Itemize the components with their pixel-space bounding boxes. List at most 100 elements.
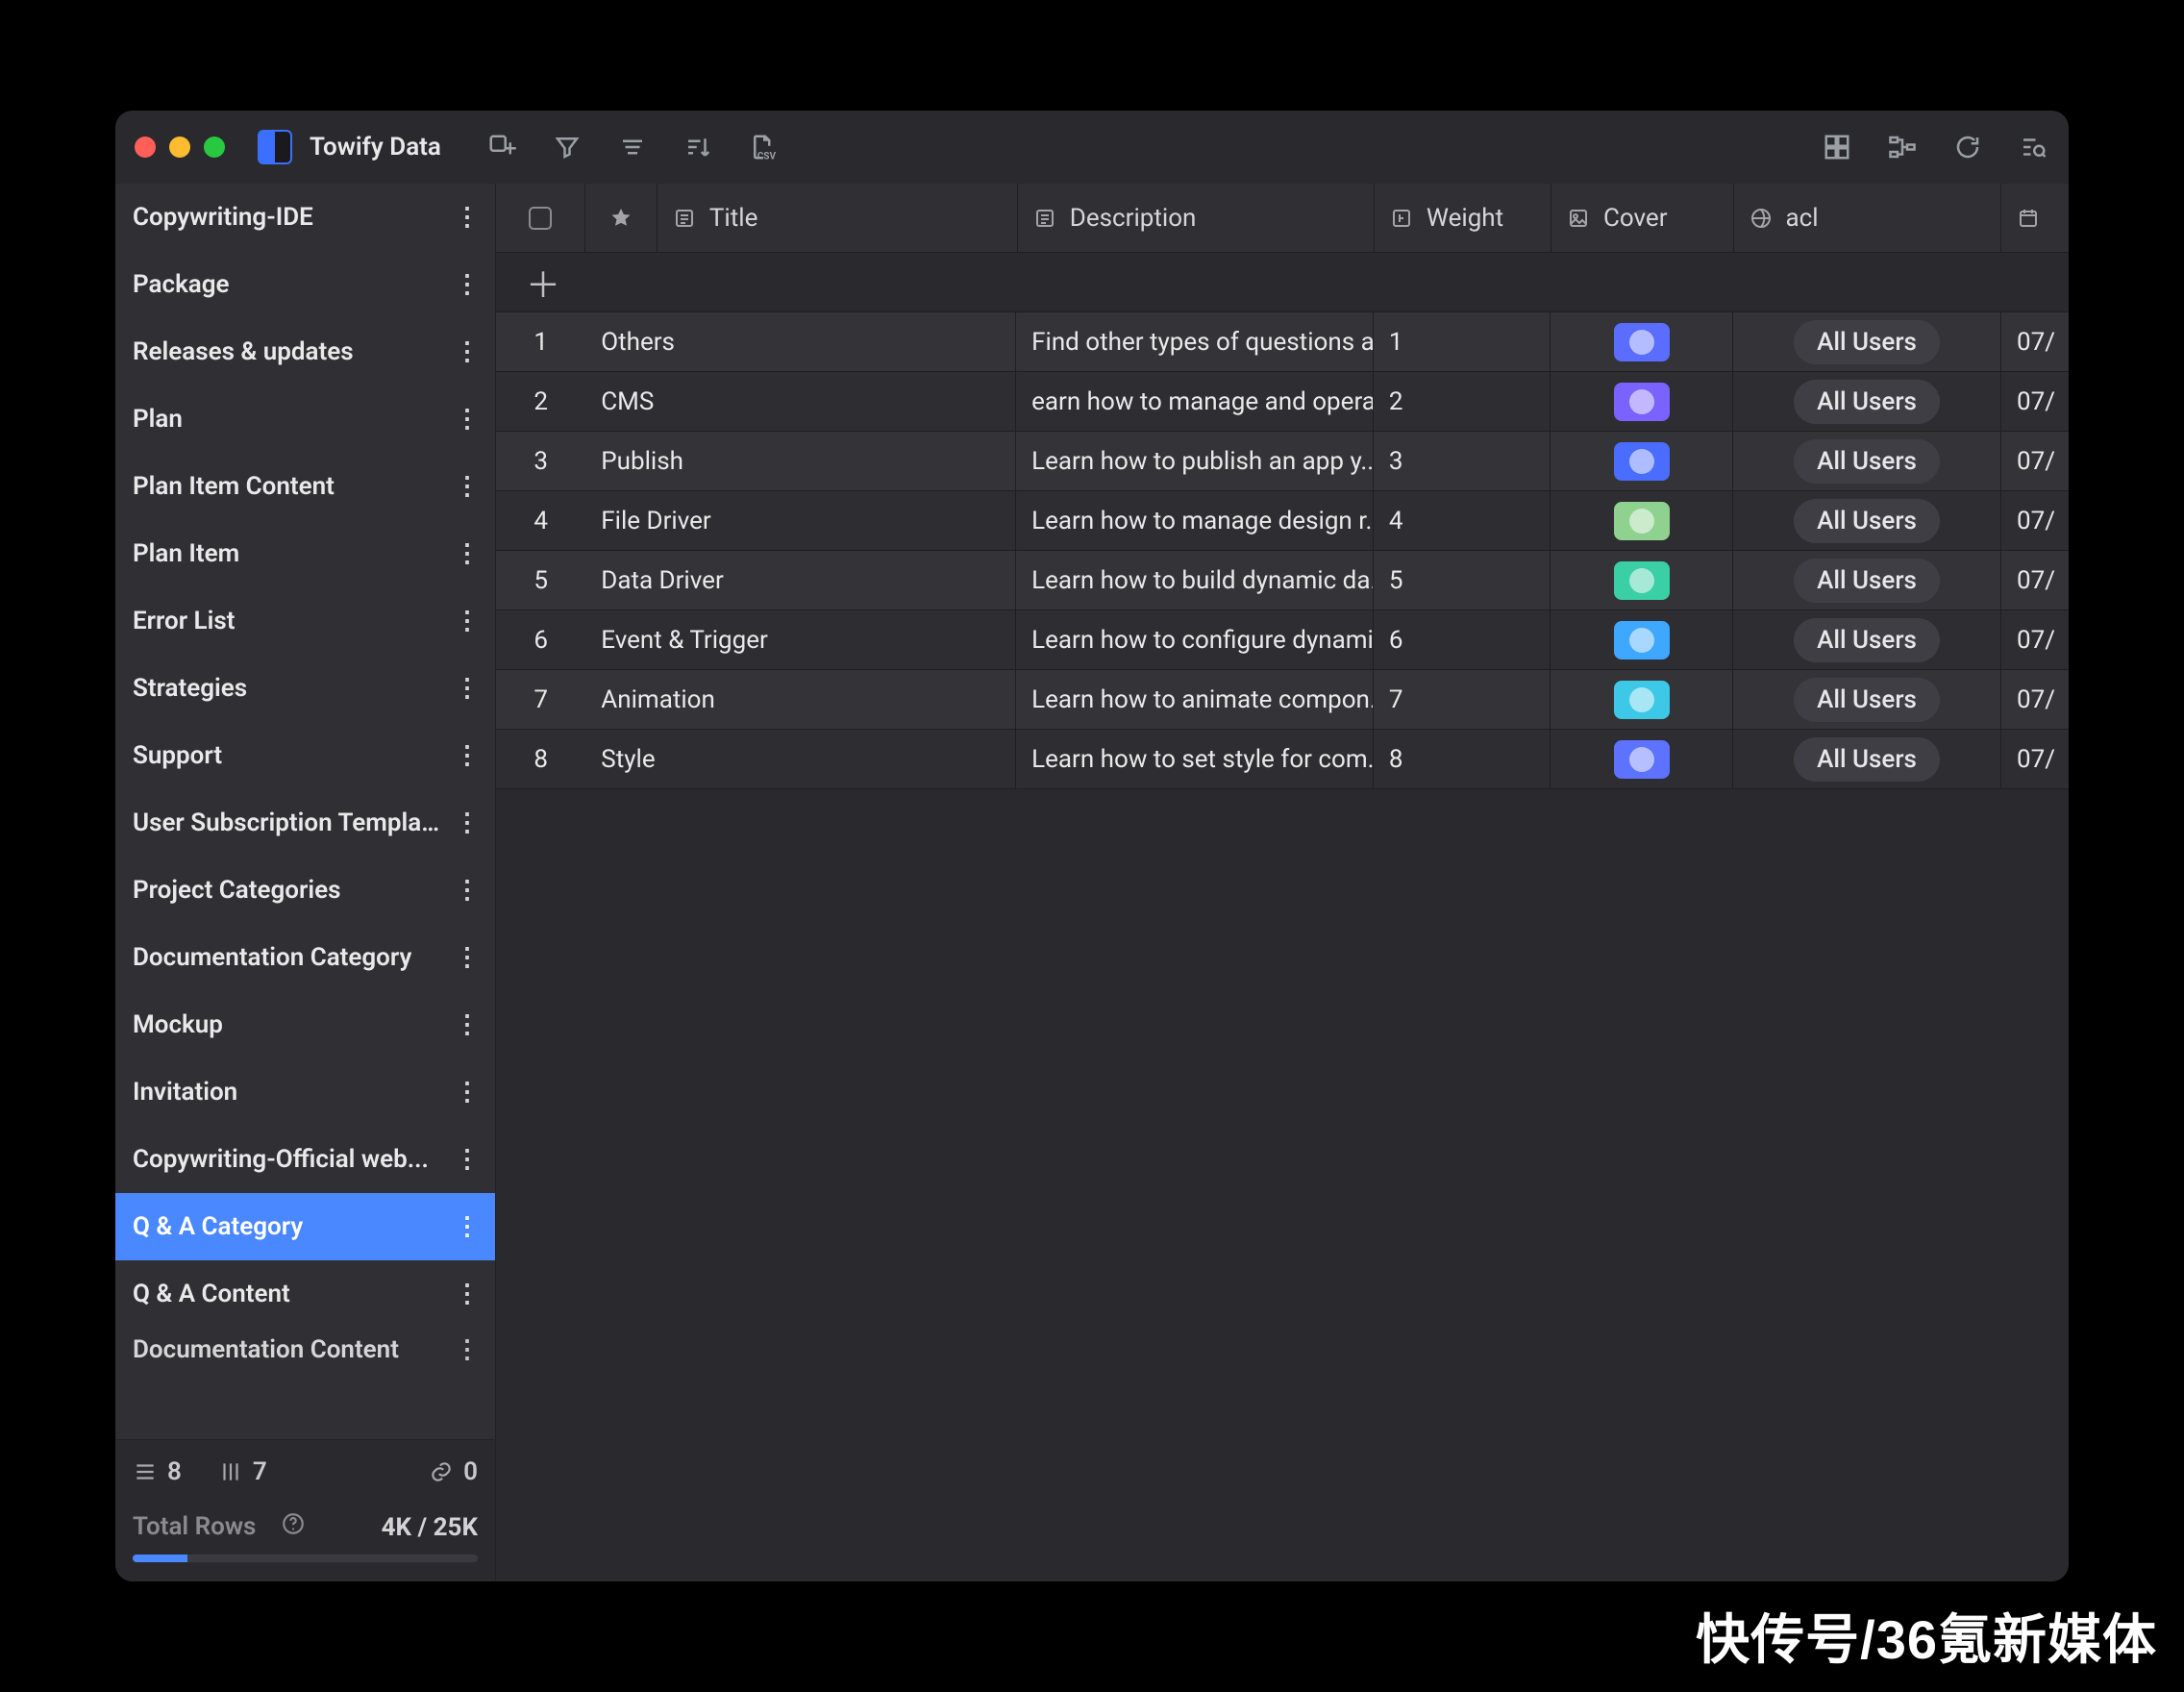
cell-date[interactable]: 07/ [2001,491,2069,550]
sidebar-item[interactable]: Plan Item Content⋮ [115,453,495,520]
cell-title[interactable]: CMS [585,372,1016,431]
cell-title[interactable]: Event & Trigger [585,610,1016,669]
cell-description[interactable]: Learn how to animate compon... [1016,670,1374,729]
cell-date[interactable]: 07/ [2001,372,2069,431]
kebab-icon[interactable]: ⋮ [453,674,482,703]
add-row[interactable]: ＋ [496,253,2069,312]
help-icon[interactable] [281,1511,306,1543]
window-close-button[interactable] [135,137,156,158]
sidebar-item[interactable]: Q & A Category⋮ [115,1193,495,1260]
cell-acl[interactable]: All Users [1733,730,2001,788]
cell-acl[interactable]: All Users [1733,432,2001,490]
cell-title[interactable]: Style [585,730,1016,788]
cell-title[interactable]: Publish [585,432,1016,490]
row-number[interactable]: 7 [496,670,585,729]
kebab-icon[interactable]: ⋮ [453,270,482,299]
acl-pill[interactable]: All Users [1794,320,1940,364]
table-row[interactable]: 1OthersFind other types of questions a..… [496,312,2069,372]
filter-icon[interactable] [551,131,583,163]
sidebar-item[interactable]: Plan⋮ [115,386,495,453]
cell-weight[interactable]: 3 [1374,432,1551,490]
cell-weight[interactable]: 6 [1374,610,1551,669]
kebab-icon[interactable]: ⋮ [453,943,482,972]
sidebar-item[interactable]: Documentation Category⋮ [115,924,495,991]
cell-acl[interactable]: All Users [1733,551,2001,610]
cell-cover[interactable] [1551,372,1733,431]
acl-pill[interactable]: All Users [1794,439,1940,484]
table-row[interactable]: 5Data DriverLearn how to build dynamic d… [496,551,2069,610]
cell-weight[interactable]: 7 [1374,670,1551,729]
column-header-title[interactable]: Title [658,184,1018,252]
kebab-icon[interactable]: ⋮ [453,1078,482,1107]
sidebar-item[interactable]: Copywriting-Official web...⋮ [115,1126,495,1193]
search-list-icon[interactable] [2017,131,2049,163]
sidebar-item[interactable]: Releases & updates⋮ [115,318,495,386]
kebab-icon[interactable]: ⋮ [453,1280,482,1308]
row-number[interactable]: 6 [496,610,585,669]
sidebar-item[interactable]: Project Categories⋮ [115,857,495,924]
cover-thumbnail[interactable] [1614,442,1670,481]
cell-cover[interactable] [1551,670,1733,729]
cell-description[interactable]: Learn how to configure dynami... [1016,610,1374,669]
cell-description[interactable]: Learn how to build dynamic da... [1016,551,1374,610]
cell-date[interactable]: 07/ [2001,432,2069,490]
row-number[interactable]: 5 [496,551,585,610]
cell-title[interactable]: File Driver [585,491,1016,550]
column-header-cover[interactable]: Cover [1551,184,1734,252]
column-header-description[interactable]: Description [1018,184,1375,252]
select-all-checkbox[interactable] [529,207,552,230]
cover-thumbnail[interactable] [1614,561,1670,600]
cell-title[interactable]: Animation [585,670,1016,729]
cell-cover[interactable] [1551,432,1733,490]
cell-acl[interactable]: All Users [1733,670,2001,729]
cell-description[interactable]: Learn how to manage design r... [1016,491,1374,550]
sidebar-item[interactable]: Support⋮ [115,722,495,789]
acl-pill[interactable]: All Users [1794,618,1940,662]
kebab-icon[interactable]: ⋮ [453,876,482,905]
sidebar-item[interactable]: Error List⋮ [115,587,495,655]
cover-thumbnail[interactable] [1614,383,1670,421]
cell-weight[interactable]: 2 [1374,372,1551,431]
cell-acl[interactable]: All Users [1733,372,2001,431]
cell-cover[interactable] [1551,491,1733,550]
table-row[interactable]: 8StyleLearn how to set style for com...8… [496,730,2069,789]
add-table-icon[interactable] [485,131,518,163]
sidebar-item[interactable]: Q & A Content⋮ [115,1260,495,1328]
row-number[interactable]: 4 [496,491,585,550]
kebab-icon[interactable]: ⋮ [453,203,482,232]
sidebar-item[interactable]: Plan Item⋮ [115,520,495,587]
kebab-icon[interactable]: ⋮ [453,1212,482,1241]
kebab-icon[interactable]: ⋮ [453,741,482,770]
kebab-icon[interactable]: ⋮ [453,405,482,434]
cell-description[interactable]: Learn how to publish an app y... [1016,432,1374,490]
cell-date[interactable]: 07/ [2001,312,2069,371]
kebab-icon[interactable]: ⋮ [453,1335,482,1364]
export-csv-icon[interactable]: CSV [747,131,780,163]
cell-date[interactable]: 07/ [2001,730,2069,788]
column-header-select[interactable] [496,184,585,252]
cell-cover[interactable] [1551,312,1733,371]
cover-thumbnail[interactable] [1614,740,1670,779]
plus-icon[interactable]: ＋ [496,258,590,308]
row-number[interactable]: 1 [496,312,585,371]
cover-thumbnail[interactable] [1614,681,1670,719]
cover-thumbnail[interactable] [1614,502,1670,540]
grid-view-icon[interactable] [1821,131,1853,163]
sidebar-item[interactable]: Copywriting-IDE⋮ [115,184,495,251]
cover-thumbnail[interactable] [1614,323,1670,361]
cell-weight[interactable]: 4 [1374,491,1551,550]
column-header-date[interactable] [2001,184,2069,252]
cell-cover[interactable] [1551,730,1733,788]
cell-description[interactable]: Find other types of questions a... [1016,312,1374,371]
table-row[interactable]: 6Event & TriggerLearn how to configure d… [496,610,2069,670]
sort-icon[interactable] [682,131,714,163]
table-row[interactable]: 3 PublishLearn how to publish an app y...… [496,432,2069,491]
kebab-icon[interactable]: ⋮ [453,1145,482,1174]
cell-date[interactable]: 07/ [2001,670,2069,729]
cell-title[interactable]: Others [585,312,1016,371]
kebab-icon[interactable]: ⋮ [453,539,482,568]
cell-date[interactable]: 07/ [2001,610,2069,669]
table-row[interactable]: 2CMSearn how to manage and opera...2All … [496,372,2069,432]
cell-title[interactable]: Data Driver [585,551,1016,610]
table-row[interactable]: 7AnimationLearn how to animate compon...… [496,670,2069,730]
